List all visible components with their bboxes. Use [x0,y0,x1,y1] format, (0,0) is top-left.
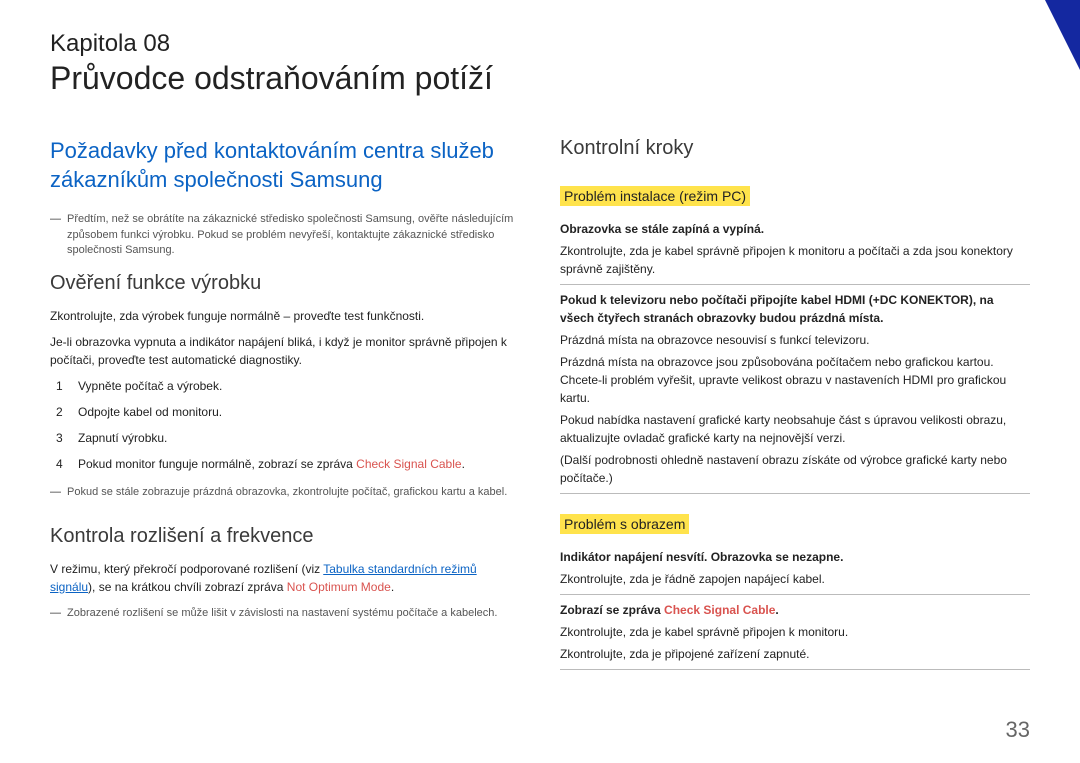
step-text: Pokud monitor funguje normálně, zobrazí … [78,455,465,473]
right-heading: Kontrolní kroky [560,137,1030,160]
left-column: Požadavky před kontaktováním centra služ… [50,137,520,676]
screen-b2-l1: Zkontrolujte, zda je kabel správně připo… [560,623,1030,641]
step-item: 3Zapnutí výrobku. [56,429,520,447]
pre-note: ― Předtím, než se obrátíte na zákaznické… [50,212,520,258]
sec1-heading: Ověření funkce výrobku [50,272,520,295]
chapter-label: Kapitola 08 [50,30,1030,58]
pc-b2-l4: (Další podrobnosti ohledně nastavení obr… [560,451,1030,487]
screen-b2-title: Zobrazí se zpráva Check Signal Cable. [560,601,1030,619]
sec1-note: ― Pokud se stále zobrazuje prázdná obraz… [50,485,520,500]
pc-block1: Obrazovka se stále zapíná a vypíná. Zkon… [560,220,1030,278]
sec2-p1-red: Not Optimum Mode [287,580,391,594]
pc-b2-l1: Prázdná místa na obrazovce nesouvisí s f… [560,331,1030,349]
sec2-p1: V režimu, který překročí podporované roz… [50,560,520,596]
screen-b2-red: Check Signal Cable [664,603,775,617]
sec2-p1-mid: ), se na krátkou chvíli zobrazí zpráva [88,580,287,594]
sec1-p2: Je-li obrazovka vypnuta a indikátor napá… [50,333,520,369]
sec2-note-text: Zobrazené rozlišení se může lišit v závi… [67,606,497,621]
pre-note-text: Předtím, než se obrátíte na zákaznické s… [67,212,520,258]
step-item: 1Vypněte počítač a výrobek. [56,377,520,395]
step-text: Zapnutí výrobku. [78,429,167,447]
divider [560,493,1030,494]
sec2-note: ― Zobrazené rozlišení se může lišit v zá… [50,606,520,621]
right-column: Kontrolní kroky Problém instalace (režim… [560,137,1030,676]
pc-block2: Pokud k televizoru nebo počítači připojí… [560,291,1030,487]
note-dash-icon: ― [50,212,61,227]
pc-b1-text: Zkontrolujte, zda je kabel správně připo… [560,242,1030,278]
step-text: Vypněte počítač a výrobek. [78,377,222,395]
step-item: 4 Pokud monitor funguje normálně, zobraz… [56,455,520,473]
sec2-heading: Kontrola rozlišení a frekvence [50,525,520,548]
step-item: 2Odpojte kabel od monitoru. [56,403,520,421]
corner-accent [1045,0,1080,70]
screen-b2-pre: Zobrazí se zpráva [560,603,664,617]
note-dash-icon: ― [50,485,61,500]
screen-block2: Zobrazí se zpráva Check Signal Cable. Zk… [560,601,1030,663]
screen-b1-text: Zkontrolujte, zda je řádně zapojen napáj… [560,570,1030,588]
screen-block1: Indikátor napájení nesvítí. Obrazovka se… [560,548,1030,588]
pc-b1-title: Obrazovka se stále zapíná a vypíná. [560,220,1030,238]
screen-b2-l2: Zkontrolujte, zda je připojené zařízení … [560,645,1030,663]
chapter-title: Průvodce odstraňováním potíží [50,60,1030,97]
pc-b2-l2: Prázdná místa na obrazovce jsou způsobov… [560,353,1030,407]
sec1-note-text: Pokud se stále zobrazuje prázdná obrazov… [67,485,507,500]
page-number: 33 [1006,717,1030,743]
sec1-p1: Zkontrolujte, zda výrobek funguje normál… [50,307,520,325]
sec1-steps: 1Vypněte počítač a výrobek. 2Odpojte kab… [56,377,520,473]
step-text: Odpojte kabel od monitoru. [78,403,222,421]
divider [560,594,1030,595]
divider [560,284,1030,285]
step4-pre: Pokud monitor funguje normálně, zobrazí … [78,457,356,471]
pc-b2-title: Pokud k televizoru nebo počítači připojí… [560,291,1030,327]
pc-problem-label: Problém instalace (režim PC) [560,186,750,206]
sec2-p1-pre: V režimu, který překročí podporované roz… [50,562,323,576]
screen-b1-title: Indikátor napájení nesvítí. Obrazovka se… [560,548,1030,566]
step4-red: Check Signal Cable [356,457,461,471]
pc-b2-l3: Pokud nabídka nastavení grafické karty n… [560,411,1030,447]
screen-problem-label: Problém s obrazem [560,514,689,534]
main-heading: Požadavky před kontaktováním centra služ… [50,137,520,194]
note-dash-icon: ― [50,606,61,621]
divider [560,669,1030,670]
